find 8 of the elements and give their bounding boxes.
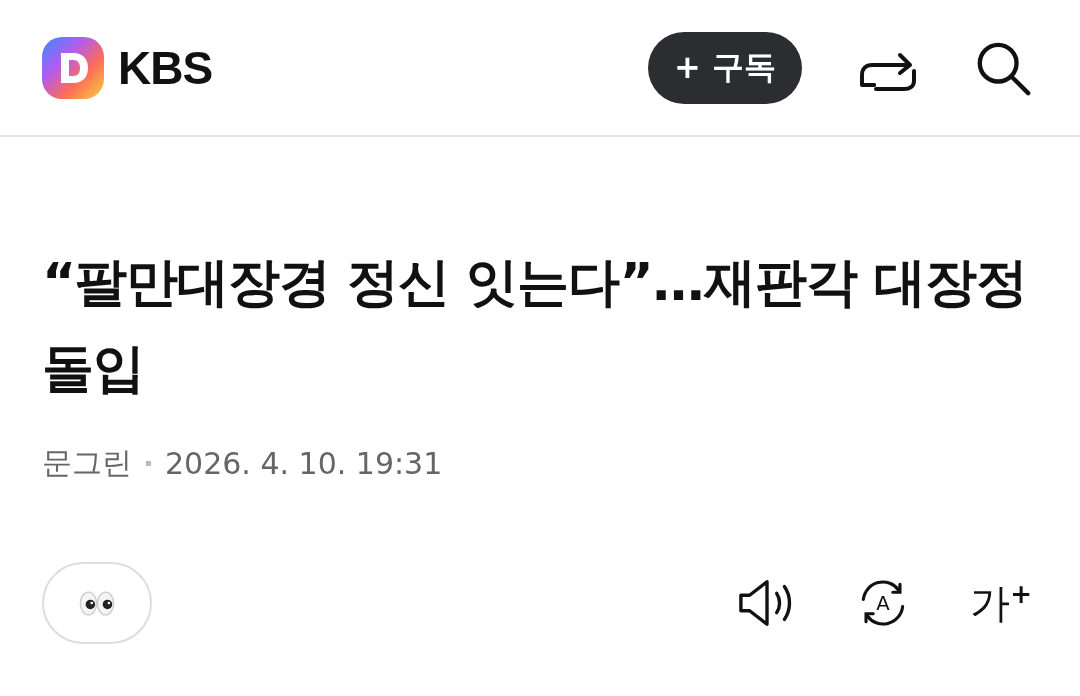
subscribe-button[interactable]: + 구독 (648, 31, 802, 104)
author-name: 문그린 (42, 444, 132, 482)
eyes-icon (78, 589, 116, 617)
font-size-button[interactable]: 가$^{+}$ (970, 575, 1032, 631)
logo-icon (42, 36, 104, 99)
publish-date: 2026. 4. 10. 19:31 (165, 446, 443, 481)
brand-name: KBS (118, 40, 213, 95)
article-title: “팔만대장경 정신 잇는다”…재판각 대장정 돌입 (42, 251, 1028, 400)
